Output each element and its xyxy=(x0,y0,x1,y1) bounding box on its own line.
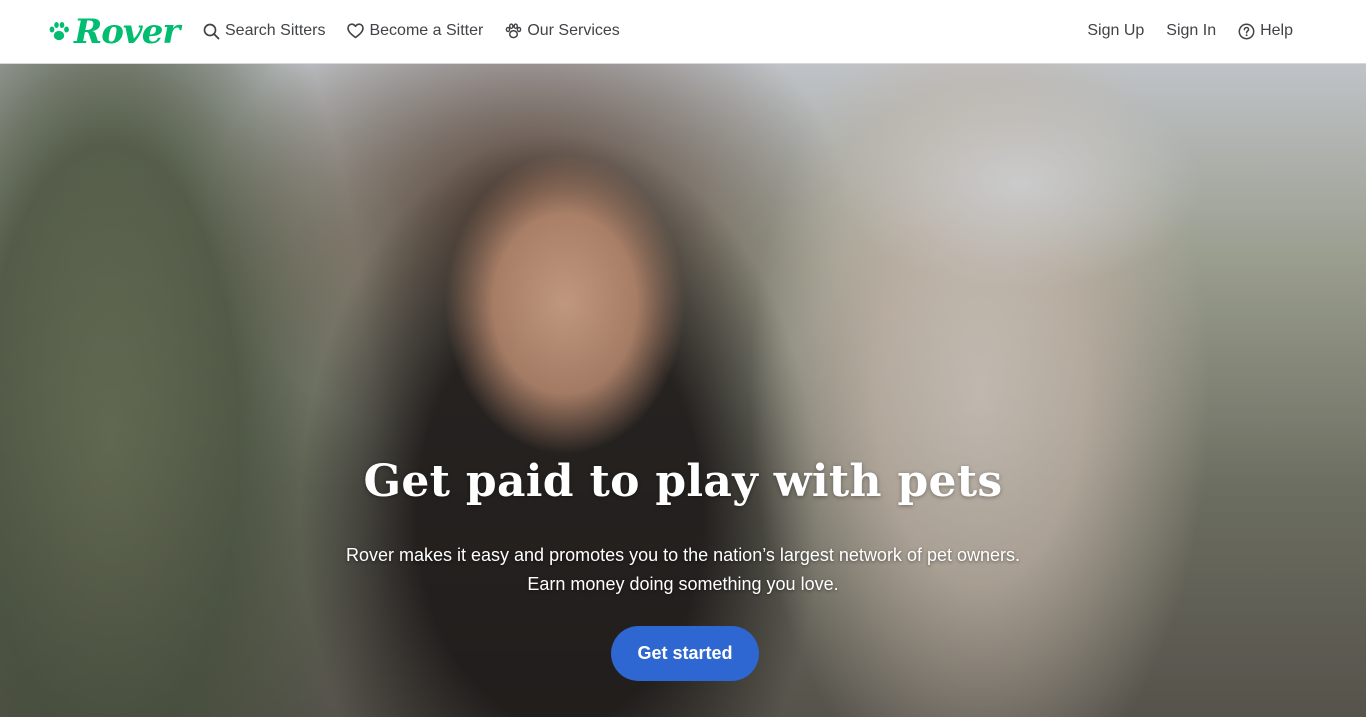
sign-up-label: Sign Up xyxy=(1087,22,1145,39)
hero-subtitle-line2: Earn money doing something you love. xyxy=(527,574,839,594)
nav-become-a-sitter-label: Become a Sitter xyxy=(369,22,484,39)
hero-content: Get paid to play with pets Rover makes i… xyxy=(0,64,1366,717)
sign-in-label: Sign In xyxy=(1166,22,1217,39)
help-label: Help xyxy=(1260,22,1293,39)
rover-logo[interactable]: Rover xyxy=(48,10,180,54)
nav-search-sitters-label: Search Sitters xyxy=(225,22,326,39)
top-nav-bar: Rover Search Sitters Become a Sitter Our… xyxy=(0,0,1366,64)
nav-become-a-sitter[interactable]: Become a Sitter xyxy=(347,22,483,40)
search-icon xyxy=(203,23,220,39)
account-nav: Sign Up Sign In Help xyxy=(1087,0,1293,62)
logo-wordmark: Rover xyxy=(74,12,180,52)
get-started-button[interactable]: Get started xyxy=(611,626,759,681)
hero-title: Get paid to play with pets xyxy=(363,456,1003,507)
help-link[interactable]: Help xyxy=(1238,22,1293,40)
nav-our-services[interactable]: Our Services xyxy=(505,22,620,40)
sign-in-link[interactable]: Sign In xyxy=(1166,22,1216,40)
nav-our-services-label: Our Services xyxy=(527,22,620,39)
heart-icon xyxy=(347,23,365,39)
sign-up-link[interactable]: Sign Up xyxy=(1087,22,1144,40)
nav-search-sitters[interactable]: Search Sitters xyxy=(203,22,325,40)
primary-nav: Search Sitters Become a Sitter Our Servi… xyxy=(203,0,620,62)
help-circle-icon xyxy=(1238,23,1255,39)
hero-banner: Get paid to play with pets Rover makes i… xyxy=(0,64,1366,717)
paw-logo-icon xyxy=(49,22,69,41)
paw-icon xyxy=(506,22,522,38)
hero-subtitle-line1: Rover makes it easy and promotes you to … xyxy=(345,545,1020,565)
